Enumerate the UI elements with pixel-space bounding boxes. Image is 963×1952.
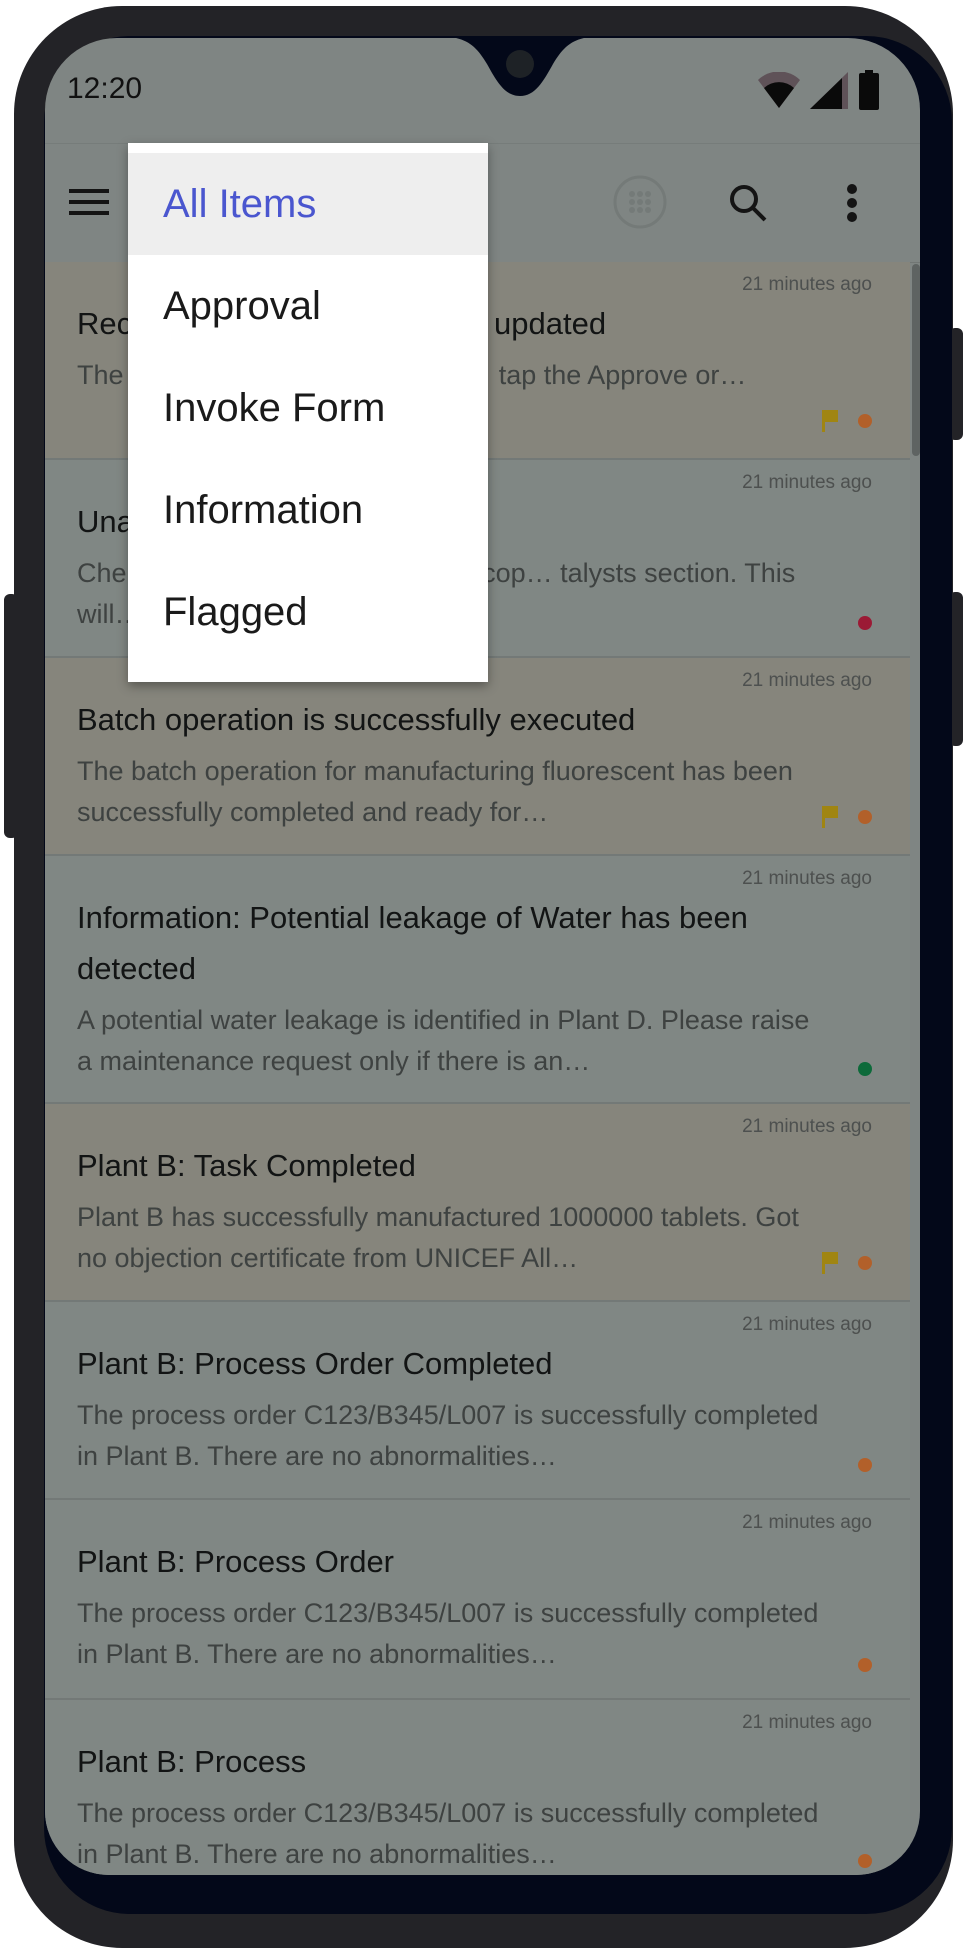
item-time: 21 minutes ago — [742, 1512, 872, 1533]
status-dot — [858, 1854, 872, 1868]
item-time: 21 minutes ago — [742, 1712, 872, 1733]
list-item[interactable]: 21 minutes ago Batch operation is succes… — [45, 658, 910, 856]
status-dot — [858, 414, 872, 428]
clock: 12:20 — [67, 72, 143, 105]
status-dot — [858, 616, 872, 630]
flag-icon — [822, 806, 838, 828]
item-time: 21 minutes ago — [742, 1314, 872, 1335]
item-body: The process order C123/B345/L007 is succ… — [77, 1598, 819, 1669]
screen: 12:20 21 minutes ago Recipe updated The … — [45, 38, 920, 1875]
status-icons — [756, 70, 880, 110]
search-icon[interactable] — [725, 180, 771, 226]
scrollbar[interactable] — [912, 264, 920, 456]
cellular-signal-icon — [810, 72, 848, 109]
status-dot — [858, 810, 872, 824]
more-vert-icon[interactable] — [837, 180, 867, 226]
flag-icon — [822, 1252, 838, 1274]
status-dot — [858, 1658, 872, 1672]
volume-button — [4, 594, 18, 838]
list-item[interactable]: 21 minutes ago Plant B: Process Order Th… — [45, 1500, 910, 1700]
status-dot — [858, 1062, 872, 1076]
menu-item-information[interactable]: Information — [128, 459, 488, 561]
item-body: Plant B has successfully manufactured 10… — [77, 1202, 799, 1273]
list-item[interactable]: 21 minutes ago Information: Potential le… — [45, 856, 910, 1104]
battery-icon — [859, 70, 879, 110]
list-item[interactable]: 21 minutes ago Plant B: Process Order Co… — [45, 1302, 910, 1500]
list-item[interactable]: 21 minutes ago Plant B: Process The proc… — [45, 1700, 910, 1875]
menu-item-invoke-form[interactable]: Invoke Form — [128, 357, 488, 459]
item-body: A potential water leakage is identified … — [77, 1005, 810, 1076]
list-item[interactable]: 21 minutes ago Plant B: Task Completed P… — [45, 1104, 910, 1302]
item-body: The batch operation for manufacturing fl… — [77, 756, 793, 827]
menu-icon[interactable] — [67, 180, 111, 224]
filter-menu: All Items Approval Invoke Form Informati… — [128, 143, 488, 682]
menu-item-approval[interactable]: Approval — [128, 255, 488, 357]
status-dot — [858, 1256, 872, 1270]
status-bar: 12:20 — [45, 38, 920, 143]
item-body: The process order C123/B345/L007 is succ… — [77, 1798, 819, 1869]
item-time: 21 minutes ago — [742, 472, 872, 493]
item-time: 21 minutes ago — [742, 1116, 872, 1137]
item-time: 21 minutes ago — [742, 868, 872, 889]
menu-item-all-items[interactable]: All Items — [128, 153, 488, 255]
wifi-icon — [758, 72, 800, 108]
flag-icon — [822, 410, 838, 432]
item-time: 21 minutes ago — [742, 274, 872, 295]
status-dot — [858, 1458, 872, 1472]
menu-item-flagged[interactable]: Flagged — [128, 561, 488, 663]
apps-grid-icon[interactable] — [610, 172, 670, 232]
item-time: 21 minutes ago — [742, 670, 872, 691]
item-body: The process order C123/B345/L007 is succ… — [77, 1400, 819, 1471]
